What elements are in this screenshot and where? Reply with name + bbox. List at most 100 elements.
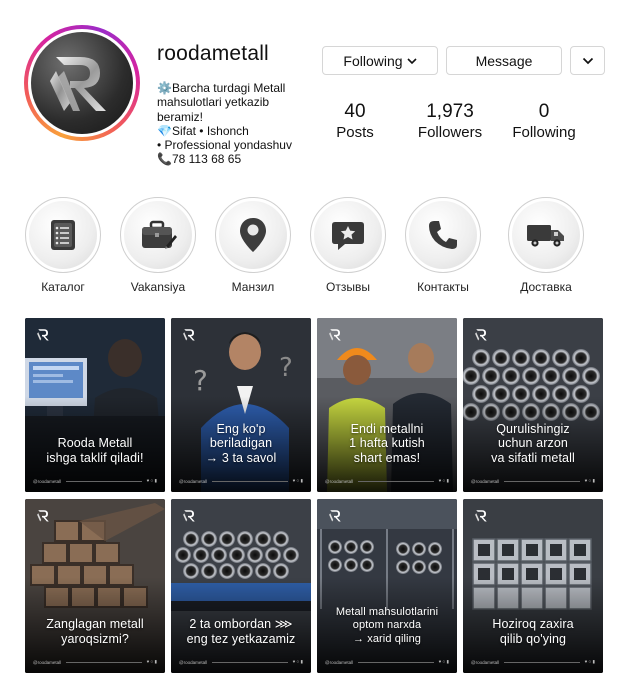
profile-avatar-ring[interactable] — [24, 25, 140, 141]
briefcase-icon — [142, 220, 177, 249]
rooda-logo-icon — [328, 508, 343, 523]
post-handle: @roodametall — [33, 478, 62, 484]
highlight-label: Каталог — [41, 280, 85, 294]
highlight-address[interactable]: Манзил — [211, 197, 295, 294]
post-footer: @roodametall ♥ ○ ▮ — [33, 657, 157, 667]
post-actions-icon: ♥ ○ ▮ — [292, 659, 303, 664]
post-tile[interactable]: Hoziroq zaxira qilib qo'ying @roodametal… — [463, 499, 603, 673]
bio-line: ⚙️Barcha turdagi Metall — [157, 81, 286, 95]
post-tile[interactable]: Qurulishingiz uchun arzon va sifatli met… — [463, 318, 603, 492]
avatar — [31, 32, 133, 134]
warehouse-pipes-image — [317, 499, 457, 673]
post-caption: Eng ko'p beriladigan → 3 ta savol — [205, 421, 277, 465]
post-handle: @roodametall — [471, 659, 500, 665]
post-footer: @roodametall ♥ ○ ▮ — [33, 476, 157, 486]
stat-following[interactable]: 0 Following — [508, 101, 580, 142]
highlight-catalog[interactable]: Каталог — [21, 197, 105, 294]
more-options-button[interactable] — [570, 46, 605, 75]
post-footer: @roodametall ♥ ○ ▮ — [325, 476, 449, 486]
profile-bio: ⚙️Barcha turdagi Metall mahsulotlari yet… — [157, 81, 317, 167]
post-footer: @roodametall ♥ ○ ▮ — [471, 657, 595, 667]
rooda-r-logo-icon — [50, 57, 106, 111]
rooda-logo-icon — [36, 508, 51, 523]
office-operator-image — [25, 318, 165, 492]
highlight-label: Vakansiya — [130, 280, 186, 294]
post-caption: Hoziroq zaxira qilib qo'ying — [492, 617, 574, 646]
post-footer: @roodametall ♥ ○ ▮ — [179, 476, 303, 486]
highlight-vakansiya[interactable]: Vakansiya — [116, 197, 200, 294]
star-chat-icon — [332, 222, 364, 250]
post-caption: 2 ta ombordan ⋙ eng tez yetkazamiz — [186, 617, 296, 646]
chevron-down-icon — [582, 57, 593, 64]
bio-line: • Professional yondashuv — [157, 138, 292, 153]
post-actions-icon: ♥ ○ ▮ — [146, 659, 157, 664]
truck-pipes-image — [171, 499, 311, 673]
map-pin-icon — [240, 218, 266, 252]
rooda-logo-icon — [182, 508, 197, 523]
post-actions-icon: ♥ ○ ▮ — [292, 478, 303, 483]
chevron-down-icon — [406, 57, 417, 64]
catalog-book-icon — [51, 220, 75, 250]
rooda-logo-icon — [182, 327, 197, 342]
rusty-tubes-image — [25, 499, 165, 673]
bio-line: mahsulotlari yetkazib — [157, 95, 270, 110]
rooda-logo-icon — [36, 327, 51, 342]
profile-username: roodametall — [157, 42, 269, 65]
post-handle: @roodametall — [471, 478, 500, 484]
post-actions-icon: ♥ ○ ▮ — [146, 478, 157, 483]
bio-line: beramiz! — [157, 109, 204, 124]
post-handle: @roodametall — [325, 659, 354, 665]
post-actions-icon: ♥ ○ ▮ — [584, 478, 595, 483]
highlight-label: Контакты — [417, 280, 469, 294]
phone-icon — [429, 221, 457, 249]
post-actions-icon: ♥ ○ ▮ — [584, 659, 595, 664]
post-caption: Metall mahsulotlarini optom narxda → xar… — [335, 605, 439, 645]
highlight-delivery[interactable]: Доставка — [504, 197, 588, 294]
stat-followers-value: 1,973 — [426, 101, 474, 122]
pipe-stack-image — [463, 318, 603, 492]
workers-image — [317, 318, 457, 492]
post-caption: Qurulishingiz uchun arzon va sifatli met… — [491, 421, 575, 465]
highlight-label: Манзил — [231, 280, 275, 294]
rooda-logo-icon — [474, 327, 489, 342]
post-caption: Rooda Metall ishga taklif qiladi! — [46, 436, 144, 465]
post-footer: @roodametall ♥ ○ ▮ — [179, 657, 303, 667]
post-handle: @roodametall — [179, 659, 208, 665]
post-footer: @roodametall ♥ ○ ▮ — [325, 657, 449, 667]
post-tile[interactable]: Rooda Metall ishga taklif qiladi! @rooda… — [25, 318, 165, 492]
post-tile[interactable]: Endi metallni 1 hafta kutish shart emas!… — [317, 318, 457, 492]
highlight-reviews[interactable]: Отзывы — [306, 197, 390, 294]
bio-phone[interactable]: 📞78 113 68 65 — [157, 152, 317, 166]
post-tile[interactable]: 2 ta ombordan ⋙ eng tez yetkazamiz @rood… — [171, 499, 311, 673]
stat-followers[interactable]: 1,973 Followers — [414, 101, 486, 142]
post-handle: @roodametall — [179, 478, 208, 484]
post-handle: @roodametall — [325, 478, 354, 484]
post-caption: Endi metallni 1 hafta kutish shart emas! — [349, 421, 425, 465]
stat-posts-label: Posts — [336, 124, 374, 141]
message-button-label: Message — [475, 52, 533, 69]
following-button-label: Following — [343, 52, 403, 69]
square-tubes-image — [463, 499, 603, 673]
following-button[interactable]: Following — [322, 46, 438, 75]
post-caption: Zanglagan metall yaroqsizmi? — [46, 617, 144, 646]
bio-line: 💎Sifat • Ishonch — [157, 123, 249, 138]
post-footer: @roodametall ♥ ○ ▮ — [471, 476, 595, 486]
rooda-logo-icon — [328, 327, 343, 342]
highlight-contacts[interactable]: Контакты — [401, 197, 485, 294]
stat-following-value: 0 — [538, 101, 550, 122]
delivery-truck-icon — [527, 225, 564, 247]
post-actions-icon: ♥ ○ ▮ — [438, 659, 449, 664]
post-tile[interactable]: Metall mahsulotlarini optom narxda → xar… — [317, 499, 457, 673]
message-button[interactable]: Message — [446, 46, 562, 75]
man-in-suit-image: ? ? — [171, 318, 311, 492]
post-tile[interactable]: Zanglagan metall yaroqsizmi? @roodametal… — [25, 499, 165, 673]
stat-posts[interactable]: 40 Posts — [331, 101, 379, 142]
stat-posts-value: 40 — [344, 101, 366, 122]
rooda-logo-icon — [474, 508, 489, 523]
post-tile[interactable]: ? ? Eng ko'p beriladigan → 3 ta savol @r… — [171, 318, 311, 492]
post-handle: @roodametall — [33, 659, 62, 665]
highlight-label: Доставка — [520, 280, 572, 294]
highlight-label: Отзывы — [326, 280, 370, 294]
post-actions-icon: ♥ ○ ▮ — [438, 478, 449, 483]
stat-followers-label: Followers — [417, 124, 483, 141]
